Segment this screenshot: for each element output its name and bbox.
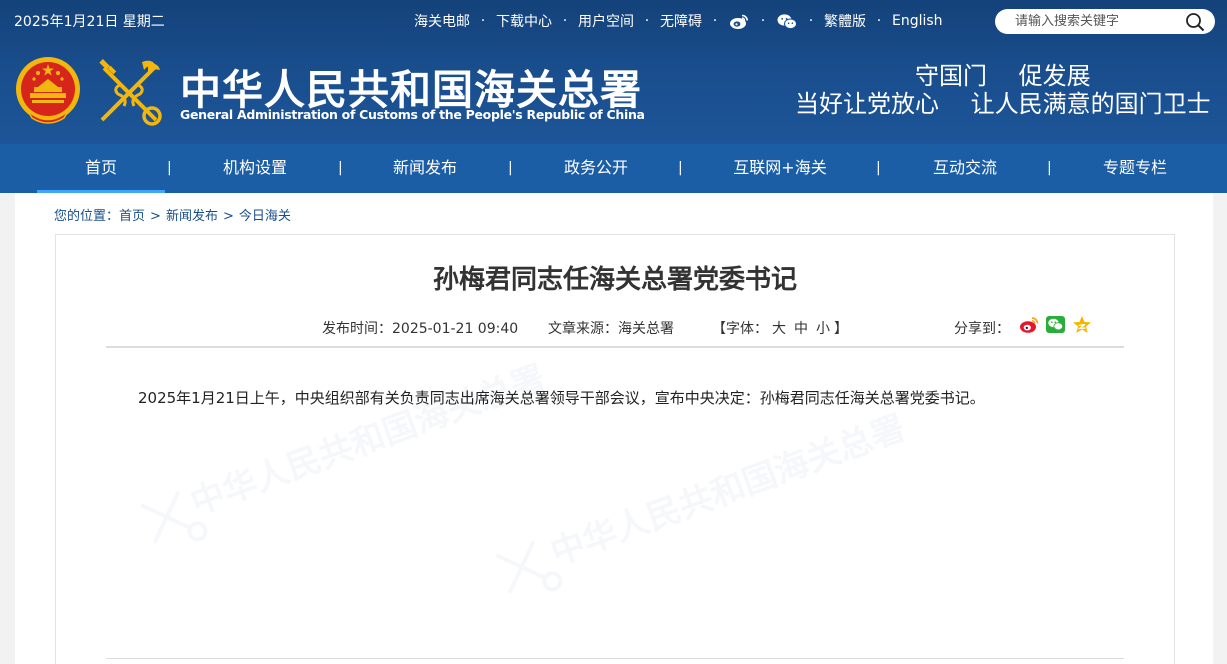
- top-links: 海关电邮 · 下载中心 · 用户空间 · 无障碍 · · · 繁體版 · Eng…: [414, 11, 943, 31]
- watermark-logo-icon: 中华人民共和国海关总署 中华人民共和国海关总署: [140, 358, 911, 594]
- font-size-control: 【字体：大中小】: [712, 321, 848, 337]
- site-header: 2025年1月21日 星期二 海关电邮 · 下载中心 · 用户空间 · 无障碍 …: [0, 0, 1227, 144]
- breadcrumb: 您的位置：首页 > 新闻发布 > 今日海关: [54, 205, 291, 224]
- national-emblem-icon: [14, 56, 82, 126]
- nav-item-organization[interactable]: 机构设置: [194, 144, 316, 193]
- meta-divider: [106, 346, 1124, 348]
- search-input[interactable]: [1015, 14, 1175, 29]
- customs-email-link[interactable]: 海关电邮: [414, 11, 470, 31]
- nav-item-home[interactable]: 首页: [37, 144, 165, 193]
- nav-separator: |: [508, 160, 513, 176]
- publish-time: 发布时间：2025-01-21 09:40: [322, 321, 519, 337]
- nav-item-government-affairs[interactable]: 政务公开: [535, 144, 657, 193]
- weibo-icon[interactable]: [728, 11, 750, 31]
- wechat-icon[interactable]: [776, 11, 798, 31]
- slogan-line-2: 当好让党放心 让人民满意的国门卫士: [795, 90, 1211, 118]
- current-date: 2025年1月21日 星期二: [14, 14, 165, 30]
- page-content: 您的位置：首页 > 新闻发布 > 今日海关 中华人民共和国海关总署 中华人民共和国海关总…: [15, 193, 1213, 664]
- share-weibo-icon[interactable]: [1019, 315, 1039, 335]
- publish-time-value: 2025-01-21 09:40: [392, 321, 519, 337]
- share-qzone-icon[interactable]: [1072, 315, 1092, 335]
- nav-item-news[interactable]: 新闻发布: [364, 144, 486, 193]
- share-label: 分享到：: [954, 321, 1010, 337]
- search-icon[interactable]: [1185, 12, 1205, 32]
- breadcrumb-separator: >: [222, 209, 234, 224]
- article-title: 孙梅君同志任海关总署党委书记: [432, 265, 797, 295]
- search-box: [995, 9, 1215, 34]
- article-bottom-divider: [106, 658, 1124, 659]
- breadcrumb-home[interactable]: 首页: [119, 209, 145, 224]
- nav-item-interaction[interactable]: 互动交流: [904, 144, 1026, 193]
- nav-separator: |: [876, 160, 881, 176]
- nav-separator: |: [678, 160, 683, 176]
- english-link[interactable]: English: [892, 13, 943, 29]
- svg-text:中华人民共和国海关总署: 中华人民共和国海关总署: [545, 408, 910, 574]
- breadcrumb-today-customs[interactable]: 今日海关: [239, 209, 291, 224]
- download-center-link[interactable]: 下载中心: [496, 11, 552, 31]
- breadcrumb-news[interactable]: 新闻发布: [166, 209, 218, 224]
- font-medium-button[interactable]: 中: [794, 321, 808, 337]
- accessibility-link[interactable]: 无障碍: [660, 11, 702, 31]
- traditional-chinese-link[interactable]: 繁體版: [824, 11, 866, 31]
- nav-separator: |: [1047, 160, 1052, 176]
- nav-item-internet-customs[interactable]: 互联网+海关: [706, 144, 854, 193]
- article-source: 文章来源：海关总署: [548, 321, 674, 337]
- article-body: 2025年1月21日上午，中央组织部有关负责同志出席海关总署领导干部会议，宣布中…: [138, 389, 985, 407]
- nav-item-special-topics[interactable]: 专题专栏: [1074, 144, 1196, 193]
- svg-text:中华人民共和国海关总署: 中华人民共和国海关总署: [185, 358, 550, 524]
- article-panel: 中华人民共和国海关总署 中华人民共和国海关总署 孙梅君同志任海关总署党委书记 发…: [55, 234, 1175, 664]
- article-source-value: 海关总署: [618, 321, 674, 337]
- font-large-button[interactable]: 大: [772, 321, 786, 337]
- share-wechat-icon[interactable]: [1046, 315, 1066, 335]
- user-space-link[interactable]: 用户空间: [578, 11, 634, 31]
- breadcrumb-separator: >: [150, 209, 161, 224]
- org-name-en: General Administration of Customs of the…: [180, 107, 645, 122]
- breadcrumb-label: 您的位置：: [54, 209, 120, 224]
- nav-separator: |: [167, 160, 172, 176]
- nav-separator: |: [338, 160, 343, 176]
- main-nav: 首页 | 机构设置 | 新闻发布 | 政务公开 | 互联网+海关 | 互动交流 …: [0, 144, 1227, 193]
- customs-logo-icon: [94, 58, 164, 128]
- font-small-button[interactable]: 小: [816, 321, 830, 337]
